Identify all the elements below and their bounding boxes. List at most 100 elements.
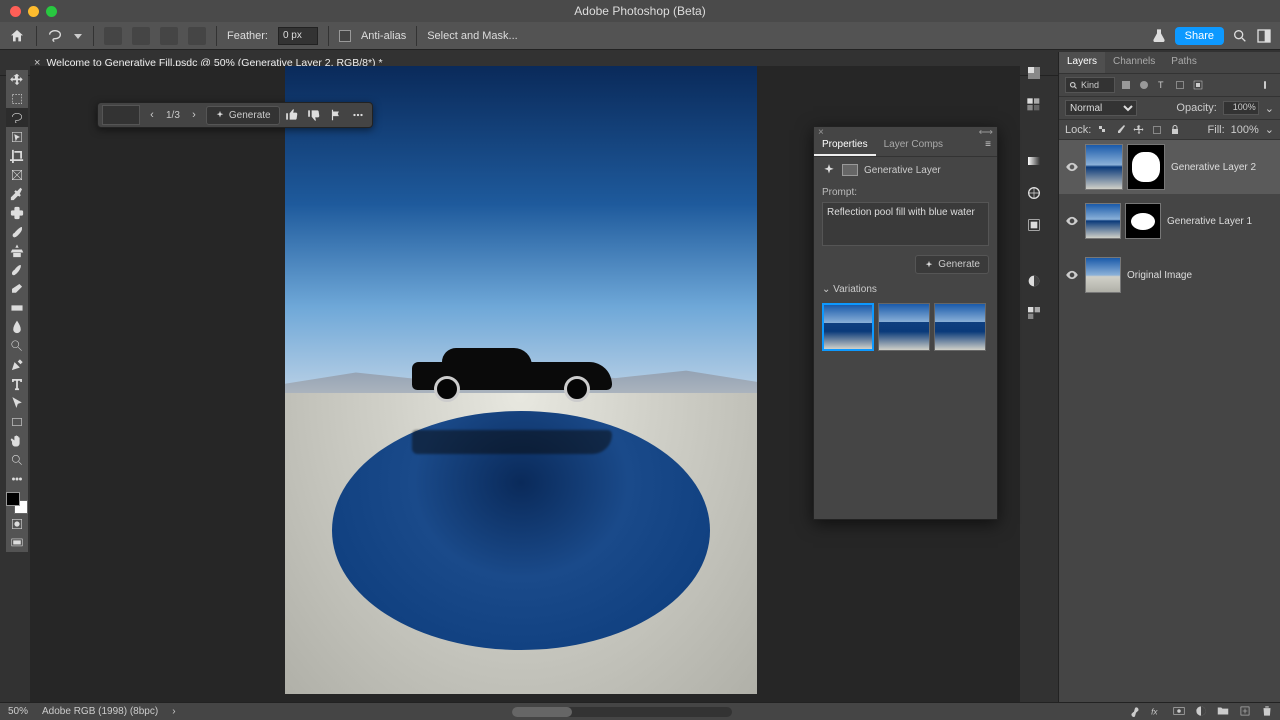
- selection-new-button[interactable]: [104, 27, 122, 45]
- tab-layer-comps[interactable]: Layer Comps: [876, 135, 951, 156]
- object-selection-tool[interactable]: [6, 127, 28, 146]
- adjustments-panel-icon[interactable]: [1025, 272, 1043, 290]
- variation-prev-button[interactable]: ‹: [142, 105, 162, 125]
- thumbs-down-button[interactable]: [304, 105, 324, 125]
- prompt-textarea[interactable]: Reflection pool fill with blue water: [822, 202, 989, 246]
- zoom-level[interactable]: 50%: [8, 706, 28, 717]
- swatches-panel-icon[interactable]: [1025, 96, 1043, 114]
- frame-tool[interactable]: [6, 165, 28, 184]
- generate-button[interactable]: Generate: [206, 106, 280, 125]
- layer-row[interactable]: Original Image: [1059, 248, 1280, 302]
- variation-next-button[interactable]: ›: [184, 105, 204, 125]
- lock-transparency-icon[interactable]: [1097, 124, 1109, 136]
- layer-mask-thumb[interactable]: [1127, 144, 1165, 190]
- properties-generate-button[interactable]: Generate: [915, 255, 989, 274]
- quick-mask-button[interactable]: [6, 514, 28, 533]
- pen-tool[interactable]: [6, 355, 28, 374]
- variations-toggle[interactable]: ⌄ Variations: [814, 280, 997, 299]
- layer-row[interactable]: Generative Layer 2: [1059, 140, 1280, 194]
- feather-input[interactable]: [278, 27, 318, 45]
- antialias-checkbox[interactable]: [339, 30, 351, 42]
- lock-artboard-icon[interactable]: [1151, 124, 1163, 136]
- marquee-tool[interactable]: [6, 89, 28, 108]
- filter-smart-icon[interactable]: [1191, 78, 1205, 92]
- filter-type-icon[interactable]: T: [1155, 78, 1169, 92]
- share-button[interactable]: Share: [1175, 27, 1224, 45]
- hand-tool[interactable]: [6, 431, 28, 450]
- lock-pixels-icon[interactable]: [1115, 124, 1127, 136]
- color-panel-icon[interactable]: [1025, 64, 1043, 82]
- more-options-button[interactable]: [348, 105, 368, 125]
- thumbs-up-button[interactable]: [282, 105, 302, 125]
- layer-thumb[interactable]: [1085, 144, 1123, 190]
- selection-intersect-button[interactable]: [188, 27, 206, 45]
- dodge-tool[interactable]: [6, 336, 28, 355]
- tab-paths[interactable]: Paths: [1163, 52, 1205, 73]
- flag-button[interactable]: [326, 105, 346, 125]
- screen-mode-button[interactable]: [6, 533, 28, 552]
- zoom-window-button[interactable]: [46, 6, 57, 17]
- move-tool[interactable]: [6, 70, 28, 89]
- variation-thumb-1[interactable]: [822, 303, 874, 351]
- layer-mask-thumb[interactable]: [1125, 203, 1161, 239]
- filter-shape-icon[interactable]: [1173, 78, 1187, 92]
- tab-channels[interactable]: Channels: [1105, 52, 1163, 73]
- visibility-toggle[interactable]: [1065, 268, 1079, 282]
- opacity-input[interactable]: 100%: [1223, 101, 1259, 115]
- panel-menu-button[interactable]: ≡: [979, 135, 997, 156]
- tab-layers[interactable]: Layers: [1059, 52, 1105, 73]
- chevron-right-icon[interactable]: ›: [172, 706, 175, 717]
- delete-layer-icon[interactable]: [1260, 704, 1274, 718]
- adjustment-layer-icon[interactable]: [1194, 704, 1208, 718]
- horizontal-scrollbar[interactable]: [512, 707, 732, 717]
- chevron-down-icon[interactable]: ⌄: [1265, 123, 1274, 136]
- edit-toolbar-button[interactable]: [6, 469, 28, 488]
- workspace-icon[interactable]: [1256, 28, 1272, 44]
- layer-name[interactable]: Original Image: [1127, 270, 1192, 281]
- gradients-panel-icon[interactable]: [1025, 152, 1043, 170]
- color-swatch[interactable]: [6, 492, 28, 514]
- beaker-icon[interactable]: [1151, 28, 1167, 44]
- chevron-down-icon[interactable]: ⌄: [1265, 102, 1274, 115]
- selection-subtract-button[interactable]: [160, 27, 178, 45]
- variation-thumb-3[interactable]: [934, 303, 986, 351]
- link-layers-icon[interactable]: [1128, 704, 1142, 718]
- select-and-mask-button[interactable]: Select and Mask...: [427, 30, 518, 42]
- layer-name[interactable]: Generative Layer 1: [1167, 216, 1252, 227]
- patterns-panel-icon[interactable]: [1025, 184, 1043, 202]
- libraries-panel-icon[interactable]: [1025, 216, 1043, 234]
- zoom-tool[interactable]: [6, 450, 28, 469]
- minimize-window-button[interactable]: [28, 6, 39, 17]
- tab-properties[interactable]: Properties: [814, 135, 876, 156]
- history-brush-tool[interactable]: [6, 260, 28, 279]
- layer-row[interactable]: Generative Layer 1: [1059, 194, 1280, 248]
- search-icon[interactable]: [1232, 28, 1248, 44]
- type-tool[interactable]: [6, 374, 28, 393]
- taskbar-prompt-input[interactable]: [102, 105, 140, 125]
- group-layers-icon[interactable]: [1216, 704, 1230, 718]
- eraser-tool[interactable]: [6, 279, 28, 298]
- lasso-tool[interactable]: [6, 108, 28, 127]
- home-button[interactable]: [8, 27, 26, 45]
- eyedropper-tool[interactable]: [6, 184, 28, 203]
- visibility-toggle[interactable]: [1065, 214, 1079, 228]
- close-window-button[interactable]: [10, 6, 21, 17]
- blur-tool[interactable]: [6, 317, 28, 336]
- crop-tool[interactable]: [6, 146, 28, 165]
- styles-panel-icon[interactable]: [1025, 304, 1043, 322]
- layer-thumb[interactable]: [1085, 203, 1121, 239]
- new-layer-icon[interactable]: [1238, 704, 1252, 718]
- path-selection-tool[interactable]: [6, 393, 28, 412]
- layer-filter-kind[interactable]: Kind: [1065, 77, 1115, 93]
- clone-stamp-tool[interactable]: [6, 241, 28, 260]
- layer-mask-icon[interactable]: [1172, 704, 1186, 718]
- rectangle-tool[interactable]: [6, 412, 28, 431]
- gradient-tool[interactable]: [6, 298, 28, 317]
- fill-input[interactable]: 100%: [1231, 124, 1259, 136]
- filter-adjustment-icon[interactable]: [1137, 78, 1151, 92]
- panel-close-button[interactable]: ×: [818, 127, 824, 135]
- brush-tool[interactable]: [6, 222, 28, 241]
- lock-position-icon[interactable]: [1133, 124, 1145, 136]
- visibility-toggle[interactable]: [1065, 160, 1079, 174]
- spot-heal-tool[interactable]: [6, 203, 28, 222]
